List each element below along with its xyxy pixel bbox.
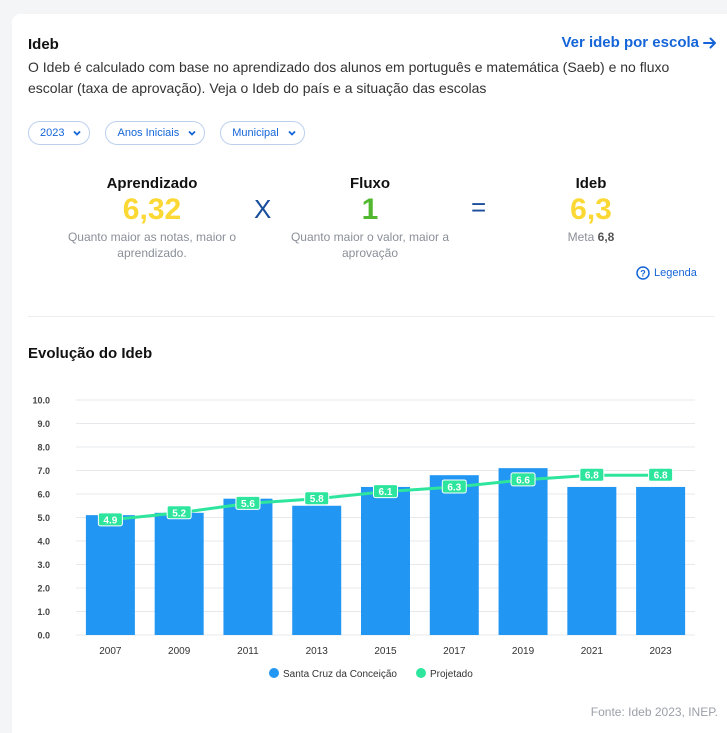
bar	[498, 468, 548, 635]
projected-label: 5.2	[172, 508, 186, 519]
x-tick-label: 2019	[512, 646, 535, 657]
section-divider	[28, 316, 715, 317]
projected-label: 5.8	[310, 494, 324, 505]
svg-text:?: ?	[640, 268, 646, 278]
fluxo-caption: Quanto maior o valor, maior a aprovação	[290, 230, 450, 260]
legenda-button[interactable]: ? Legenda	[636, 266, 697, 280]
filter-bar: 2023 Anos Iniciais Municipal	[28, 121, 305, 145]
y-tick-label: 4.0	[37, 537, 50, 547]
legend-swatch-projected	[416, 668, 426, 678]
x-tick-label: 2007	[99, 646, 122, 657]
year-select[interactable]: 2023	[28, 121, 91, 145]
x-tick-label: 2021	[581, 646, 604, 657]
fluxo-metric: Fluxo 1 Quanto maior o valor, maior a ap…	[280, 175, 460, 261]
arrow-right-icon	[703, 37, 716, 48]
legend-swatch-bar	[269, 668, 279, 678]
link-label: Ver ideb por escola	[561, 34, 699, 51]
x-tick-label: 2015	[374, 646, 397, 657]
multiply-sign: X	[254, 194, 272, 224]
aprendizado-value: 6,32	[122, 193, 182, 226]
y-tick-label: 10.0	[32, 396, 50, 406]
ideb-evolution-chart: 0.0 1.0 2.0 3.0 4.0 5.0 6.0 7.0 8.0 9.0 10.0 2007 20…	[32, 396, 695, 680]
stage-select-value: Anos Iniciais	[117, 127, 180, 139]
y-tick-label: 2.0	[37, 584, 50, 594]
bar	[85, 515, 135, 635]
projected-label: 6.1	[379, 487, 393, 498]
projected-label: 6.8	[585, 471, 599, 482]
fluxo-label: Fluxo	[350, 175, 390, 192]
y-tick-label: 7.0	[37, 466, 50, 476]
y-tick-label: 8.0	[37, 443, 50, 453]
fluxo-value: 1	[361, 193, 379, 226]
card-description: O Ideb é calculado com base no aprendiza…	[28, 59, 670, 96]
card-title: Ideb	[28, 36, 59, 53]
aprendizado-caption: Quanto maior as notas, maior o aprendiza…	[67, 230, 237, 260]
legenda-label: Legenda	[654, 267, 697, 279]
aprendizado-label: Aprendizado	[106, 175, 198, 192]
bar	[429, 475, 479, 635]
x-tick-label: 2013	[306, 646, 329, 657]
projected-label: 6.6	[516, 475, 530, 486]
y-tick-label: 6.0	[37, 490, 50, 500]
help-circle-icon: ?	[636, 266, 650, 280]
network-select-value: Municipal	[232, 127, 279, 139]
meta-value: 6,8	[597, 230, 615, 244]
ver-ideb-por-escola-link[interactable]: Ver ideb por escola	[561, 34, 717, 51]
stage-select[interactable]: Anos Iniciais	[105, 121, 206, 145]
meta-prefix: Meta	[567, 230, 595, 244]
evolution-title: Evolução do Ideb	[28, 345, 153, 362]
network-select[interactable]: Municipal	[220, 121, 305, 145]
x-tick-label: 2017	[443, 646, 466, 657]
source-note: Fonte: Ideb 2023, INEP.	[590, 705, 718, 719]
legend-label-projected: Projetado	[430, 669, 473, 680]
bar	[567, 486, 617, 635]
equals-sign: =	[471, 192, 487, 222]
bar	[223, 498, 273, 635]
bar	[361, 486, 410, 635]
ideb-value: 6,3	[570, 193, 612, 226]
x-tick-label: 2011	[237, 646, 259, 657]
bar	[154, 512, 204, 635]
x-tick-label: 2009	[168, 646, 191, 657]
y-tick-label: 0.0	[37, 631, 50, 641]
chevron-down-icon	[288, 130, 296, 136]
projected-label: 5.6	[241, 499, 255, 510]
year-select-value: 2023	[40, 127, 65, 139]
chevron-down-icon	[73, 130, 82, 136]
ideb-label: Ideb	[575, 175, 607, 192]
y-tick-label: 3.0	[37, 560, 50, 570]
ideb-card: Ideb Ver ideb por escola O Ideb é calcul…	[12, 14, 727, 733]
projected-label: 6.8	[654, 471, 668, 482]
bar	[292, 505, 342, 635]
ideb-metric: Ideb 6,3 Meta 6,8	[526, 175, 656, 245]
projected-label: 6.3	[447, 482, 461, 493]
bar	[636, 486, 686, 635]
legend-label-bar: Santa Cruz da Conceição	[283, 669, 397, 680]
projected-label: 4.9	[103, 515, 117, 526]
chevron-down-icon	[188, 130, 196, 136]
y-tick-label: 9.0	[37, 419, 50, 429]
y-tick-label: 1.0	[37, 607, 50, 617]
aprendizado-metric: Aprendizado 6,32 Quanto maior as notas, …	[62, 175, 242, 261]
ideb-meta: Meta 6,8	[526, 229, 656, 245]
x-tick-label: 2023	[649, 646, 672, 657]
y-tick-label: 5.0	[37, 513, 50, 523]
